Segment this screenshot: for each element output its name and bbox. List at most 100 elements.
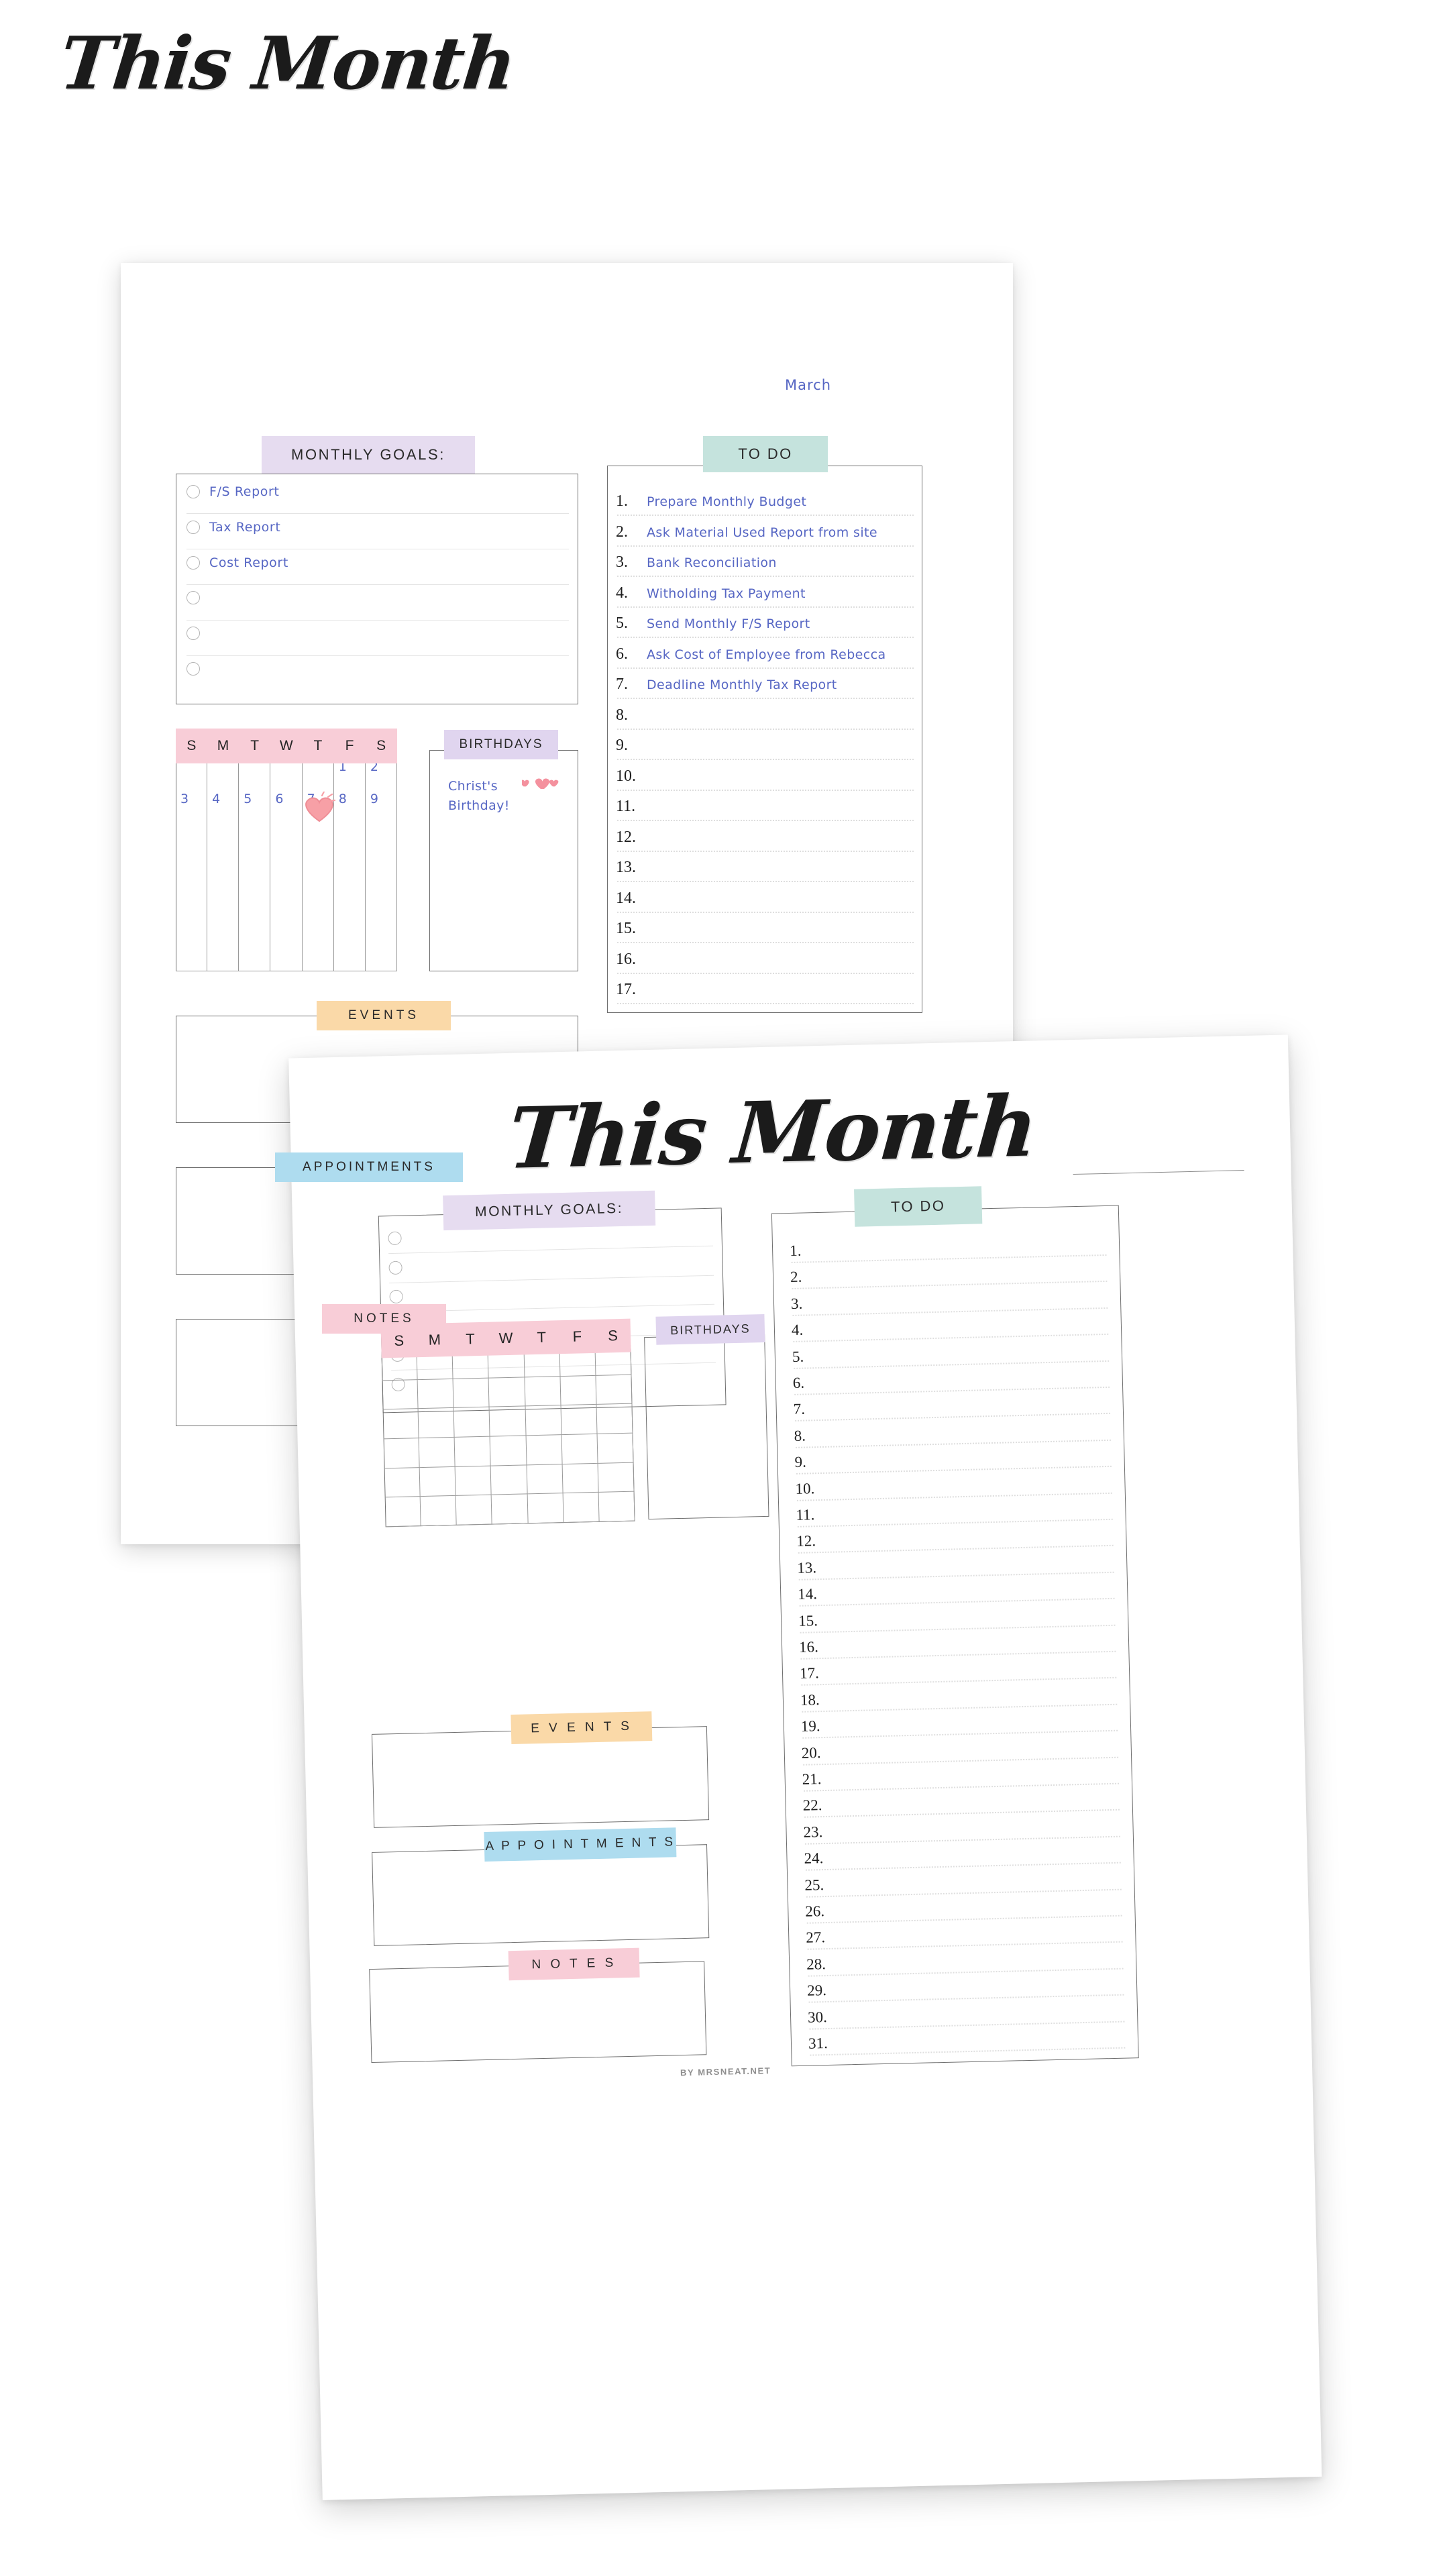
back-todo-row[interactable]: 10. [616, 767, 647, 786]
front-calendar-cell[interactable] [598, 1462, 635, 1493]
back-todo-row[interactable]: 5. Send Monthly F/S Report [616, 614, 810, 633]
back-goal-row-3[interactable]: Cost Report [186, 555, 288, 570]
back-todo-row[interactable]: 7. Deadline Monthly Tax Report [616, 676, 837, 694]
back-todo-row[interactable]: 6. Ask Cost of Employee from Rebecca [616, 645, 886, 663]
front-calendar-cell[interactable] [527, 1464, 564, 1495]
front-calendar-cell[interactable] [383, 1438, 420, 1469]
front-todo-row[interactable]: 13. [797, 1559, 828, 1577]
back-calendar-cell[interactable]: 18 [333, 757, 366, 971]
front-todo-row[interactable]: 4. [792, 1321, 823, 1339]
back-goal-checkbox-1[interactable] [186, 485, 200, 498]
back-goal-checkbox-3[interactable] [186, 556, 200, 570]
front-calendar-cell[interactable] [561, 1434, 598, 1464]
front-todo-row[interactable]: 31. [808, 2035, 840, 2053]
front-calendar-cell[interactable] [561, 1405, 598, 1436]
back-todo-row[interactable]: 11. [616, 798, 647, 816]
front-calendar-cell[interactable] [453, 1407, 491, 1438]
back-goal-checkbox-2[interactable] [186, 521, 200, 534]
back-todo-row[interactable]: 12. [616, 828, 647, 847]
front-goal-row[interactable] [388, 1260, 411, 1275]
front-todo-row[interactable]: 20. [802, 1743, 833, 1762]
front-calendar-cell[interactable] [560, 1375, 597, 1406]
back-goal-row-2[interactable]: Tax Report [186, 520, 280, 535]
front-todo-row[interactable]: 19. [801, 1717, 833, 1735]
front-calendar-cell[interactable] [492, 1494, 529, 1525]
back-todo-row[interactable]: 9. [616, 737, 647, 755]
back-todo-row[interactable]: 3. Bank Reconciliation [616, 553, 777, 572]
front-calendar-cell[interactable] [491, 1465, 528, 1495]
back-calendar-cell[interactable]: 3 [176, 757, 208, 971]
back-todo-row[interactable]: 4. Witholding Tax Payment [616, 584, 806, 602]
front-calendar-cell[interactable] [488, 1377, 526, 1407]
back-todo-row[interactable]: 13. [616, 859, 647, 877]
front-calendar-cell[interactable] [455, 1466, 492, 1497]
front-todo-row[interactable]: 11. [796, 1506, 827, 1524]
front-goal-row[interactable] [388, 1231, 411, 1246]
front-todo-row[interactable]: 2. [790, 1268, 822, 1286]
front-todo-row[interactable]: 30. [808, 2008, 839, 2026]
front-todo-row[interactable]: 21. [802, 1770, 833, 1788]
back-goal-row-5[interactable] [186, 627, 209, 640]
front-todo-row[interactable]: 29. [807, 1982, 839, 2000]
front-todo-row[interactable]: 1. [790, 1242, 821, 1260]
front-todo-row[interactable]: 16. [799, 1638, 830, 1656]
front-calendar-cell[interactable] [526, 1435, 563, 1466]
back-goal-checkbox-5[interactable] [186, 627, 200, 640]
back-todo-row[interactable]: 2. Ask Material Used Report from site [616, 523, 877, 541]
front-todo-row[interactable]: 15. [798, 1611, 830, 1629]
front-calendar-cell[interactable] [489, 1406, 527, 1437]
front-todo-row[interactable]: 24. [804, 1849, 835, 1868]
front-calendar-cell[interactable] [455, 1495, 493, 1525]
front-todo-row[interactable]: 17. [800, 1664, 831, 1682]
front-todo-row[interactable]: 8. [794, 1427, 825, 1445]
front-calendar-cell[interactable] [598, 1491, 635, 1522]
front-todo-row[interactable]: 26. [805, 1902, 837, 1921]
front-calendar-cell[interactable] [596, 1375, 633, 1405]
front-calendar-cell[interactable] [417, 1379, 454, 1409]
front-todo-row[interactable]: 6. [793, 1374, 824, 1392]
front-calendar-cell[interactable] [418, 1408, 455, 1439]
front-calendar-cell[interactable] [382, 1409, 419, 1440]
front-calendar-cell[interactable] [525, 1405, 562, 1436]
front-todo-row[interactable]: 10. [795, 1479, 826, 1497]
front-goal-row[interactable] [389, 1289, 412, 1304]
back-goal-row-6[interactable] [186, 662, 209, 676]
back-goal-checkbox-6[interactable] [186, 662, 200, 676]
front-todo-row[interactable]: 7. [793, 1400, 824, 1418]
front-todo-row[interactable]: 25. [804, 1876, 836, 1894]
front-todo-row[interactable]: 22. [802, 1796, 834, 1815]
front-calendar-cell[interactable] [382, 1379, 419, 1410]
front-calendar-cell[interactable] [420, 1496, 457, 1527]
back-calendar-cell[interactable]: 4 [207, 757, 239, 971]
back-todo-row[interactable]: 17. [616, 981, 647, 999]
back-calendar-cell[interactable]: 29 [365, 757, 397, 971]
back-todo-row[interactable]: 14. [616, 890, 647, 908]
front-calendar-cell[interactable] [384, 1497, 421, 1527]
front-calendar-cell[interactable] [527, 1493, 564, 1524]
front-todo-row[interactable]: 9. [794, 1453, 826, 1471]
front-calendar-cell[interactable] [596, 1403, 633, 1434]
front-goal-checkbox[interactable] [388, 1231, 402, 1246]
front-todo-row[interactable]: 3. [791, 1295, 822, 1313]
back-goal-row-4[interactable] [186, 591, 209, 604]
front-todo-row[interactable]: 5. [792, 1348, 824, 1366]
back-calendar-cell[interactable]: 6 [270, 757, 303, 971]
back-calendar-cell[interactable]: 5 [239, 757, 271, 971]
front-calendar-cell[interactable] [563, 1493, 600, 1523]
back-goal-row-1[interactable]: F/S Report [186, 484, 279, 499]
back-goal-checkbox-4[interactable] [186, 591, 200, 604]
back-todo-row[interactable]: 16. [616, 951, 647, 969]
front-todo-row[interactable]: 12. [796, 1532, 828, 1550]
front-goal-checkbox[interactable] [389, 1289, 403, 1304]
front-calendar-cell[interactable] [419, 1466, 456, 1497]
front-todo-row[interactable]: 27. [806, 1929, 837, 1947]
front-goal-checkbox[interactable] [388, 1260, 402, 1275]
front-calendar-cell[interactable] [384, 1467, 421, 1498]
front-todo-row[interactable]: 14. [798, 1585, 829, 1603]
front-calendar-cell[interactable] [453, 1378, 490, 1409]
back-todo-row[interactable]: 8. [616, 706, 647, 724]
back-todo-row[interactable]: 15. [616, 920, 647, 938]
front-calendar-cell[interactable] [597, 1433, 634, 1464]
front-todo-row[interactable]: 18. [800, 1691, 832, 1709]
back-calendar-grid[interactable]: 3 4 5 6 7 1829 [176, 757, 397, 971]
